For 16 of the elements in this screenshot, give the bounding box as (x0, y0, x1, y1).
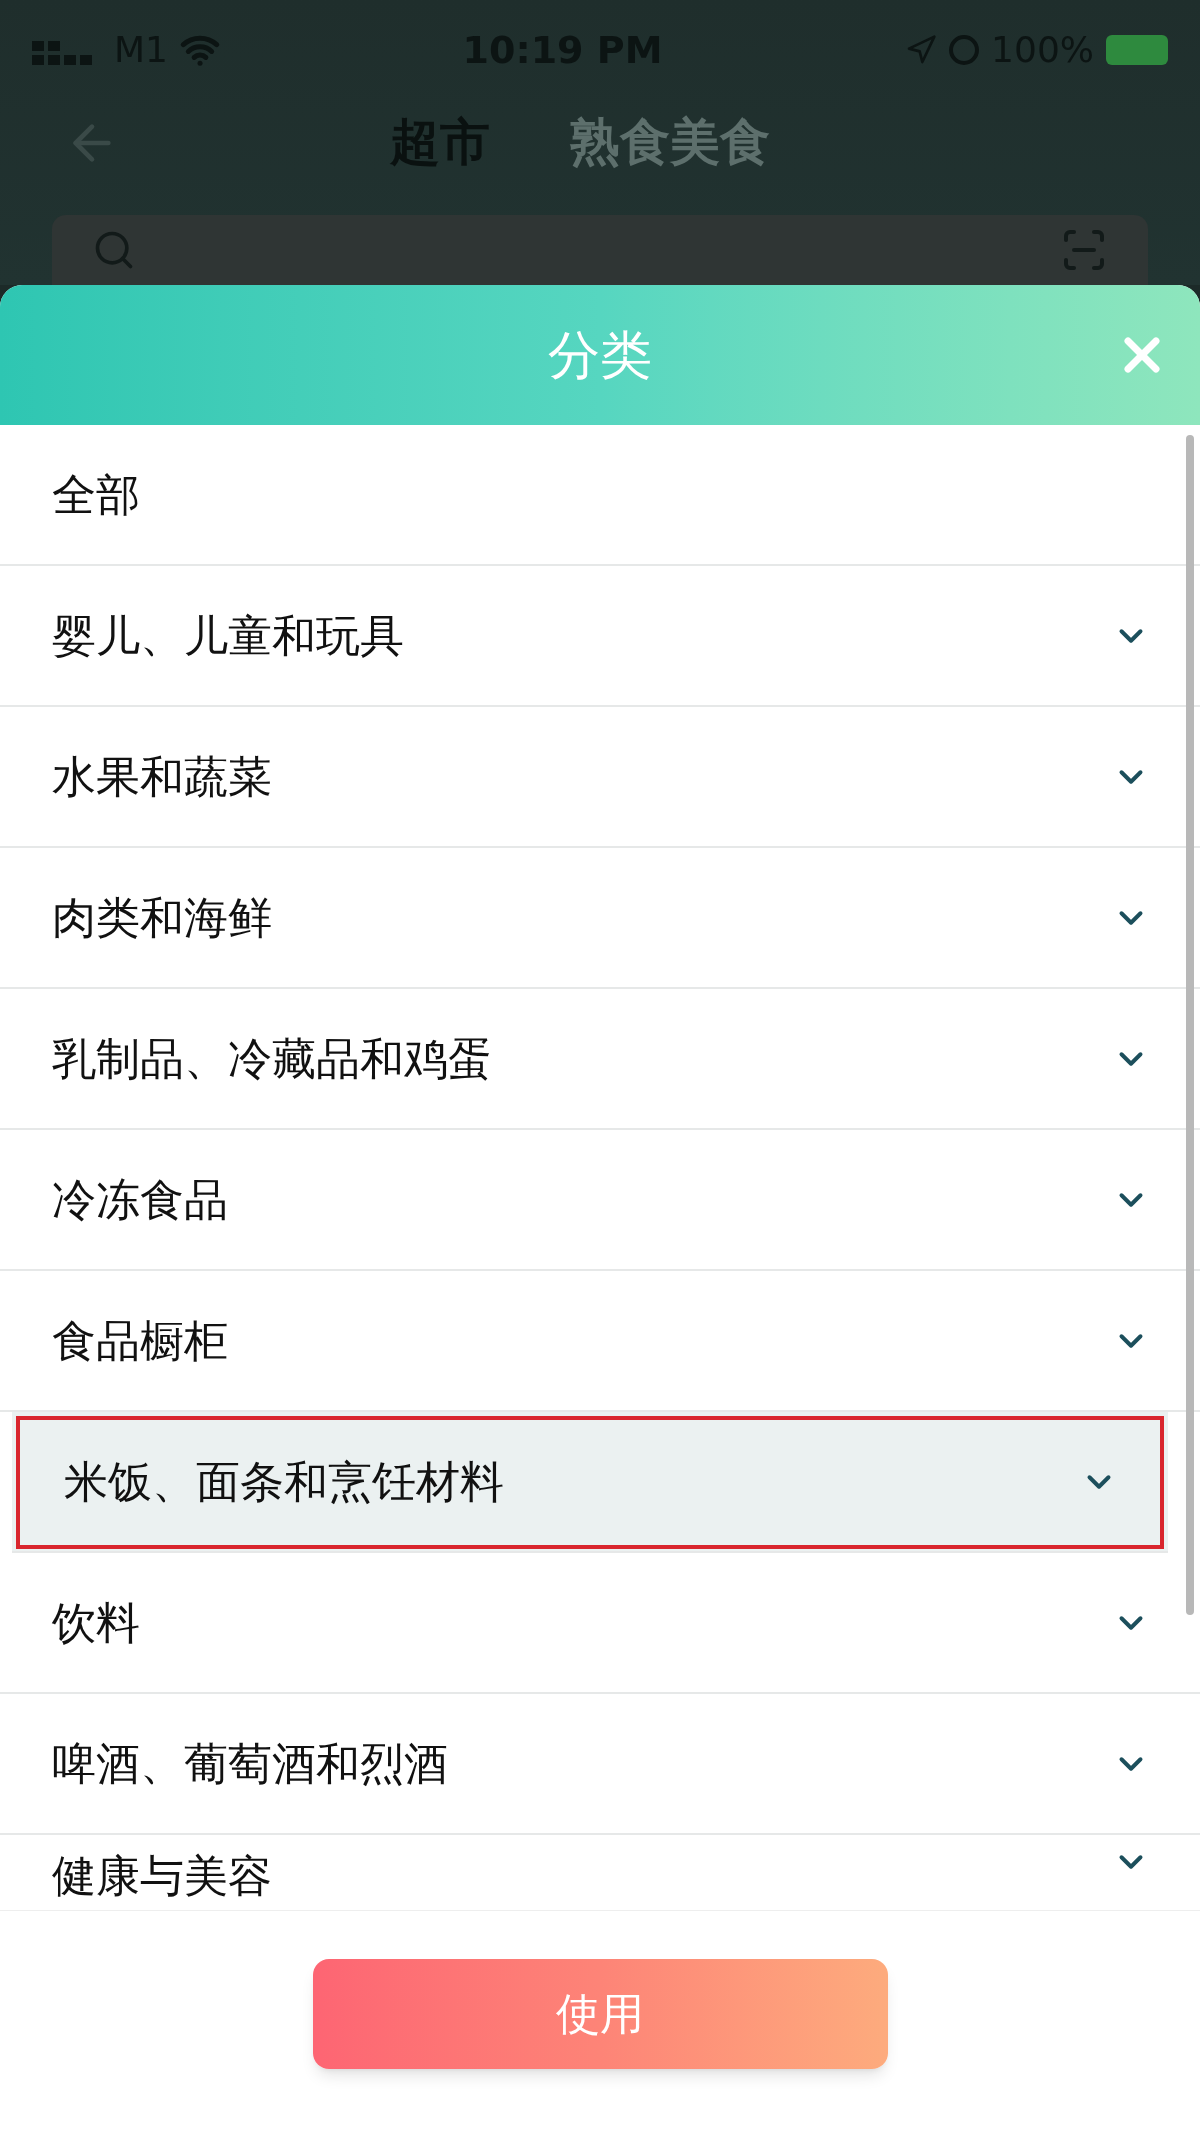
category-label: 饮料 (52, 1595, 140, 1650)
category-label: 健康与美容 (52, 1849, 272, 1903)
battery-icon (1106, 35, 1168, 65)
category-label: 米饭、面条和烹饪材料 (64, 1454, 504, 1509)
category-label: 冷冻食品 (52, 1172, 228, 1227)
category-label: 水果和蔬菜 (52, 749, 272, 804)
sheet-title: 分类 (548, 324, 652, 387)
location-icon (905, 34, 938, 66)
search-field[interactable] (52, 215, 1148, 285)
category-label: 全部 (52, 467, 140, 522)
category-label: 食品橱柜 (52, 1313, 228, 1368)
category-row[interactable]: 米饭、面条和烹饪材料 (12, 1412, 1168, 1553)
category-label: 乳制品、冷藏品和鸡蛋 (52, 1031, 492, 1086)
category-label: 啤酒、葡萄酒和烈酒 (52, 1736, 448, 1791)
category-label: 婴儿、儿童和玩具 (52, 608, 404, 663)
category-label: 肉类和海鲜 (52, 890, 272, 945)
